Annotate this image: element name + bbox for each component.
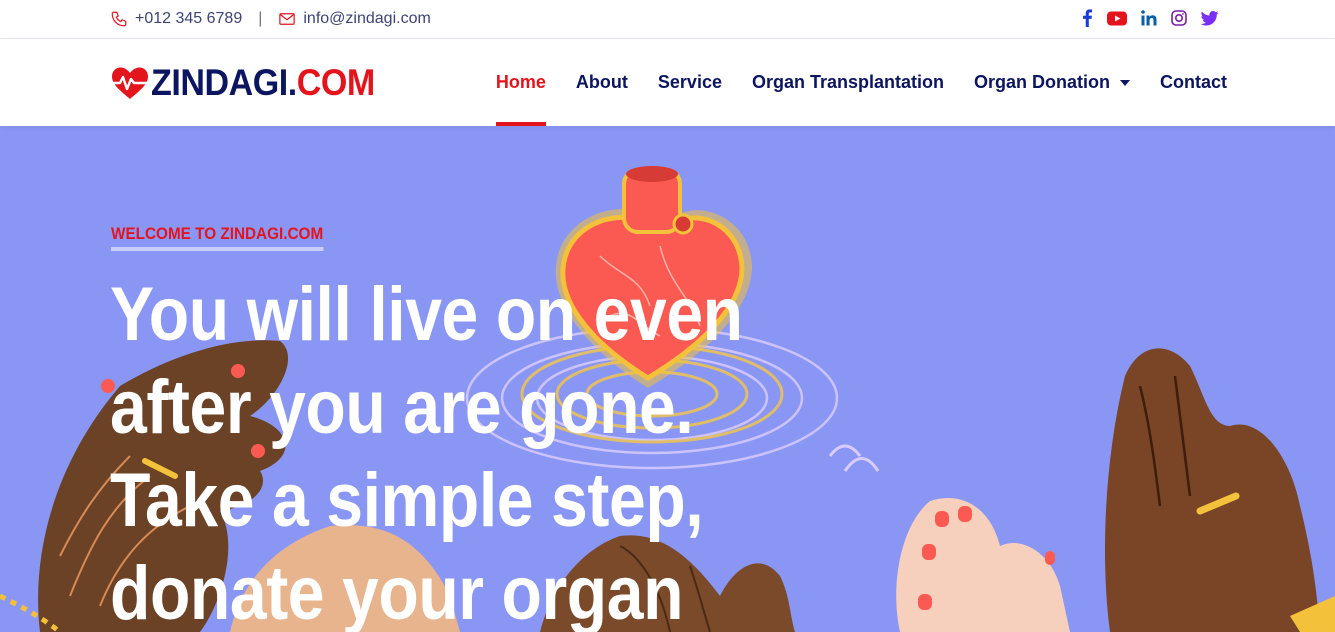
contact-separator: | bbox=[258, 10, 263, 27]
social-links bbox=[1081, 0, 1219, 36]
headline-line: after you are gone. bbox=[110, 365, 694, 450]
nav-item-home[interactable]: Home bbox=[495, 39, 546, 126]
brand-name-part2: COM bbox=[296, 62, 376, 103]
nav-item-contact[interactable]: Contact bbox=[1160, 39, 1227, 126]
brand-logo[interactable]: ZINDAGI.COM bbox=[110, 62, 394, 104]
brand-name-part1: ZINDAGI. bbox=[151, 62, 297, 103]
nav-menu: Home About Service Organ Transplantation… bbox=[495, 39, 1227, 126]
chevron-down-icon bbox=[1120, 79, 1130, 86]
main-navbar: ZINDAGI.COM Home About Service Organ Tra… bbox=[0, 39, 1335, 126]
email-address[interactable]: info@zindagi.com bbox=[303, 10, 430, 28]
nav-item-organ-transplantation[interactable]: Organ Transplantation bbox=[752, 39, 944, 126]
hero-headline: You will live on even after you are gone… bbox=[110, 268, 771, 632]
youtube-icon[interactable] bbox=[1107, 8, 1127, 28]
nav-item-organ-donation[interactable]: Organ Donation bbox=[974, 39, 1130, 126]
headline-line: You will live on even bbox=[110, 272, 743, 357]
brand-name: ZINDAGI.COM bbox=[151, 62, 375, 104]
top-bar: +012 345 6789 | info@zindagi.com bbox=[0, 0, 1335, 39]
hand-praying-dark-right bbox=[1105, 348, 1335, 632]
twitter-icon[interactable] bbox=[1201, 8, 1219, 28]
headline-line: donate your organ bbox=[110, 551, 684, 632]
hero-banner: WELCOME TO ZINDAGI.COM You will live on … bbox=[0, 126, 1335, 632]
nav-item-service[interactable]: Service bbox=[658, 39, 722, 126]
phone-icon bbox=[111, 11, 127, 27]
instagram-icon[interactable] bbox=[1171, 8, 1187, 28]
envelope-icon bbox=[279, 13, 296, 25]
nav-item-about[interactable]: About bbox=[576, 39, 628, 126]
facebook-icon[interactable] bbox=[1081, 8, 1093, 28]
phone-number[interactable]: +012 345 6789 bbox=[135, 10, 242, 28]
nav-item-organ-donation-label: Organ Donation bbox=[974, 72, 1110, 92]
heartbeat-icon bbox=[111, 67, 149, 99]
hand-praying-pale bbox=[896, 498, 1070, 632]
headline-line: Take a simple step, bbox=[110, 458, 704, 543]
hero-kicker: WELCOME TO ZINDAGI.COM bbox=[111, 224, 324, 251]
linkedin-icon[interactable] bbox=[1141, 8, 1157, 28]
contact-info: +012 345 6789 | info@zindagi.com bbox=[110, 0, 431, 38]
